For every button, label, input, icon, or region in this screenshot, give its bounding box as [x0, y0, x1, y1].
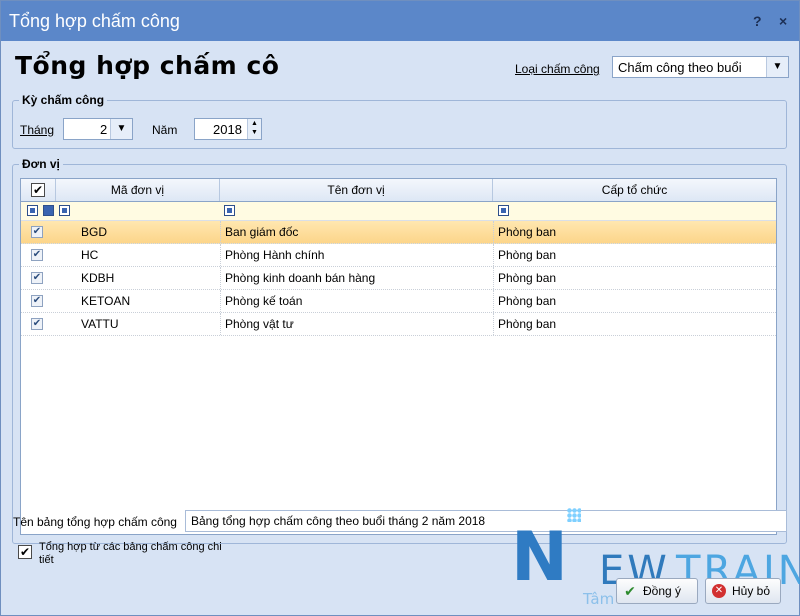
thang-select[interactable]: 2 ▼	[63, 118, 133, 140]
tong-hop-chi-tiet-checkbox[interactable]: ✔	[18, 545, 32, 559]
thang-value: 2	[100, 122, 108, 137]
loai-cham-cong-label: Loại chấm công	[515, 62, 600, 76]
don-vi-table: ✔ Mã đơn vị Tên đơn vị Cấp tổ chức ✔ BGD…	[20, 178, 777, 535]
nam-spinner[interactable]: 2018 ▲ ▼	[194, 118, 262, 140]
select-all-checkbox[interactable]: ✔	[31, 183, 45, 197]
dong-y-label: Đồng ý	[643, 584, 682, 598]
row-checkbox[interactable]: ✔	[31, 226, 43, 238]
close-button[interactable]: ×	[779, 13, 787, 29]
huy-bo-button[interactable]: ✕ Hủy bỏ	[705, 578, 781, 604]
cancel-icon: ✕	[712, 584, 726, 598]
column-divider	[493, 313, 494, 335]
table-row[interactable]: ✔ BGD Ban giám đốc Phòng ban	[21, 221, 776, 244]
table-row[interactable]: ✔ KDBH Phòng kinh doanh bán hàng Phòng b…	[21, 267, 776, 290]
chevron-down-icon[interactable]: ▼	[766, 57, 788, 77]
cell-ma: KDBH	[81, 271, 115, 285]
nam-value: 2018	[213, 122, 242, 137]
loai-cham-cong-select[interactable]: Chấm công theo buổi ▼	[612, 56, 789, 78]
cell-ma: HC	[81, 248, 99, 262]
filter-icon[interactable]	[59, 205, 70, 216]
tong-hop-chi-tiet-label: Tổng hợp từ các bảng chấm công chi tiết	[39, 541, 222, 567]
cell-cap: Phòng ban	[498, 294, 557, 308]
table-header: ✔ Mã đơn vị Tên đơn vị Cấp tổ chức	[21, 179, 776, 202]
ten-bang-input[interactable]	[186, 511, 786, 531]
thang-label-text: Tháng	[20, 123, 55, 137]
col-ma-don-vi[interactable]: Mã đơn vị	[56, 179, 220, 201]
row-checkbox[interactable]: ✔	[31, 249, 43, 261]
column-divider	[220, 221, 221, 243]
check-icon: ✔	[624, 583, 636, 599]
thang-label: Tháng	[20, 123, 54, 137]
title-bar: Tổng hợp chấm công ? ×	[1, 1, 799, 41]
ten-bang-label-text: Tên bảng tổng hợp chấm công	[13, 515, 177, 529]
cell-cap: Phòng ban	[498, 248, 557, 262]
cell-ma: KETOAN	[81, 294, 131, 308]
column-divider	[493, 244, 494, 266]
select-all-header[interactable]: ✔	[21, 179, 56, 201]
don-vi-title: Đơn vị	[19, 157, 63, 171]
row-checkbox[interactable]: ✔	[31, 318, 43, 330]
col-ten-don-vi[interactable]: Tên đơn vị	[220, 179, 493, 201]
column-divider	[220, 244, 221, 266]
huy-bo-label: Hủy bỏ	[732, 584, 771, 598]
tong-hop-label-line2: tiết	[39, 554, 54, 566]
cell-ten: Phòng kế toán	[225, 294, 303, 308]
loai-cham-cong-value: Chấm công theo buổi	[618, 60, 742, 75]
cell-ma: BGD	[81, 225, 108, 239]
cell-cap: Phòng ban	[498, 271, 557, 285]
loai-cham-cong-label-text: Loại chấm công	[515, 62, 600, 76]
table-row[interactable]: ✔ VATTU Phòng vật tư Phòng ban	[21, 313, 776, 336]
column-divider	[220, 313, 221, 335]
filter-icon[interactable]	[43, 205, 54, 216]
filter-icon[interactable]	[27, 205, 38, 216]
column-divider	[220, 290, 221, 312]
cell-ten: Phòng vật tư	[225, 317, 294, 331]
filter-icon[interactable]	[498, 205, 509, 216]
ten-bang-field[interactable]	[185, 510, 787, 532]
ky-cham-cong-title: Kỳ chấm công	[19, 93, 108, 107]
cell-ten: Ban giám đốc	[225, 225, 299, 239]
chevron-down-icon[interactable]: ▼	[110, 119, 132, 139]
dialog-window: Tổng hợp chấm công ? × Tổng hợp chấm cô …	[0, 0, 800, 616]
tong-hop-label-line1: Tổng hợp từ các bảng chấm công chi	[39, 541, 222, 553]
column-divider	[493, 267, 494, 289]
help-button[interactable]: ?	[753, 13, 762, 29]
ten-bang-label: Tên bảng tổng hợp chấm công	[13, 515, 177, 529]
filter-row	[21, 202, 776, 221]
nam-label-text: Năm	[152, 123, 178, 137]
dong-y-button[interactable]: ✔ Đồng ý	[616, 578, 698, 604]
table-row[interactable]: ✔ HC Phòng Hành chính Phòng ban	[21, 244, 776, 267]
nam-label: Năm	[152, 123, 177, 137]
filter-icon[interactable]	[224, 205, 235, 216]
row-checkbox[interactable]: ✔	[31, 272, 43, 284]
row-checkbox[interactable]: ✔	[31, 295, 43, 307]
column-divider	[493, 290, 494, 312]
window-title: Tổng hợp chấm công	[9, 11, 180, 31]
col-cap-to-chuc[interactable]: Cấp tổ chức	[493, 179, 776, 201]
table-row[interactable]: ✔ KETOAN Phòng kế toán Phòng ban	[21, 290, 776, 313]
cell-cap: Phòng ban	[498, 225, 557, 239]
cell-ma: VATTU	[81, 317, 119, 331]
page-heading: Tổng hợp chấm cô	[15, 51, 280, 80]
cell-ten: Phòng kinh doanh bán hàng	[225, 271, 376, 285]
column-divider	[493, 221, 494, 243]
column-divider	[220, 267, 221, 289]
cell-cap: Phòng ban	[498, 317, 557, 331]
spin-arrows-icon[interactable]: ▲ ▼	[247, 119, 261, 139]
cell-ten: Phòng Hành chính	[225, 248, 325, 262]
